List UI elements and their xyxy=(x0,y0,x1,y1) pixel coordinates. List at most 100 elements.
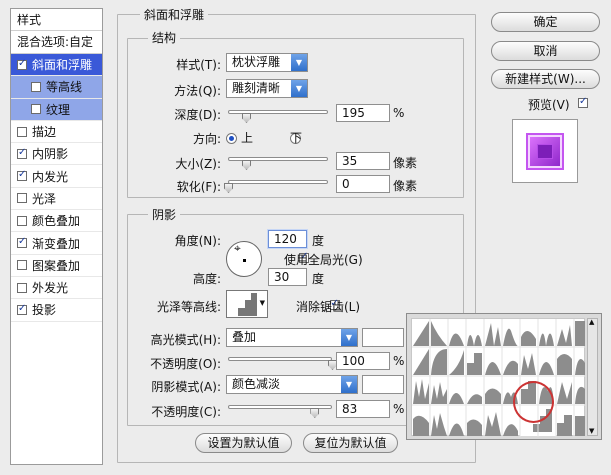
style-item[interactable]: 内阴影 xyxy=(11,143,102,166)
style-item[interactable]: 纹理 xyxy=(11,98,102,121)
style-item-checkbox[interactable] xyxy=(17,147,27,159)
soften-label: 软化(F): xyxy=(176,180,221,194)
scroll-down-icon[interactable]: ▼ xyxy=(589,427,594,435)
style-item[interactable]: 图案叠加 xyxy=(11,255,102,277)
style-item-label: 描边 xyxy=(32,125,57,140)
direction-up-label: 上 xyxy=(241,131,254,145)
style-label: 样式(T): xyxy=(176,58,221,72)
style-select-value: 枕状浮雕 xyxy=(232,55,281,69)
chevron-down-icon: ▼ xyxy=(341,376,357,393)
highlight-mode-label: 高光模式(H): xyxy=(150,333,221,347)
highlight-opacity-input[interactable]: 100 xyxy=(336,352,390,370)
style-item-checkbox[interactable] xyxy=(17,215,27,226)
style-item-checkbox[interactable] xyxy=(31,81,41,92)
reset-default-button[interactable]: 复位为默认值 xyxy=(303,433,398,453)
soften-unit: 像素 xyxy=(393,179,418,193)
highlight-opacity-label: 不透明度(O): xyxy=(150,357,221,371)
global-light-label: 使用全局光(G) xyxy=(284,253,363,267)
angle-center-dot xyxy=(243,259,246,262)
style-item-checkbox[interactable] xyxy=(17,126,27,137)
gloss-contour-picker[interactable]: ▼ xyxy=(226,290,268,318)
style-item-checkbox[interactable] xyxy=(17,260,27,271)
style-item[interactable]: 等高线 xyxy=(11,76,102,99)
style-item-label: 图案叠加 xyxy=(32,258,81,273)
style-select[interactable]: 枕状浮雕 ▼ xyxy=(226,53,308,72)
highlight-mode-value: 叠加 xyxy=(232,330,257,344)
direction-down-label: 下 xyxy=(290,131,303,145)
chevron-down-icon: ▼ xyxy=(259,299,265,307)
new-style-button[interactable]: 新建样式(W)... xyxy=(491,69,600,89)
preview-thumbnail xyxy=(512,119,578,183)
shadow-mode-label: 阴影模式(A): xyxy=(151,380,221,394)
shadow-mode-select[interactable]: 颜色减淡 ▼ xyxy=(226,375,358,394)
style-item[interactable]: 光泽 xyxy=(11,188,102,211)
shadow-opacity-label: 不透明度(C): xyxy=(151,405,221,419)
angle-input[interactable]: 120 xyxy=(268,230,307,248)
style-item[interactable]: 颜色叠加 xyxy=(11,210,102,233)
altitude-label: 高度: xyxy=(192,272,221,286)
size-label: 大小(Z): xyxy=(175,157,221,171)
styles-list: 样式 混合选项:自定 斜面和浮雕等高线纹理描边内阴影内发光光泽颜色叠加渐变叠加图… xyxy=(10,8,103,465)
contour-picker-popup: ▲ ▼ xyxy=(406,313,602,440)
size-unit: 像素 xyxy=(393,156,418,170)
style-item-checkbox[interactable] xyxy=(31,104,41,115)
style-item-label: 颜色叠加 xyxy=(32,214,81,229)
contour-step-icon xyxy=(229,293,257,316)
angle-dial[interactable]: ⌖ xyxy=(226,241,262,277)
styles-header[interactable]: 样式 xyxy=(11,9,102,31)
chevron-down-icon: ▼ xyxy=(291,80,307,97)
shading-title: 阴影 xyxy=(148,206,181,223)
contour-thumbnails-grid xyxy=(411,318,586,437)
altitude-input[interactable]: 30 xyxy=(268,268,307,286)
style-item-checkbox[interactable] xyxy=(17,193,27,204)
depth-label: 深度(D): xyxy=(174,108,221,122)
style-item-label: 渐变叠加 xyxy=(32,236,81,251)
preview-checkbox[interactable] xyxy=(578,96,588,108)
style-item[interactable]: 斜面和浮雕 xyxy=(11,54,102,77)
soften-slider[interactable] xyxy=(228,180,328,184)
depth-input[interactable]: 195 xyxy=(336,104,390,122)
style-item-label: 斜面和浮雕 xyxy=(32,58,93,73)
style-item-label: 外发光 xyxy=(32,281,69,296)
scroll-up-icon[interactable]: ▲ xyxy=(589,318,594,326)
style-item-label: 内发光 xyxy=(32,169,69,184)
soften-input[interactable]: 0 xyxy=(336,175,390,193)
highlight-circle xyxy=(513,381,554,423)
blending-options-item[interactable]: 混合选项:自定 xyxy=(11,31,102,54)
style-item-checkbox[interactable] xyxy=(17,58,27,70)
highlight-mode-select[interactable]: 叠加 ▼ xyxy=(226,328,358,347)
style-item[interactable]: 外发光 xyxy=(11,277,102,300)
style-item-label: 等高线 xyxy=(46,80,83,95)
shadow-opacity-unit: % xyxy=(393,402,405,416)
style-item-checkbox[interactable] xyxy=(17,236,27,249)
style-item[interactable]: 渐变叠加 xyxy=(11,232,102,255)
style-item-label: 内阴影 xyxy=(32,147,69,162)
style-item-checkbox[interactable] xyxy=(17,282,27,293)
contour-popup-scrollbar[interactable]: ▲ ▼ xyxy=(587,318,598,436)
angle-unit: 度 xyxy=(312,234,325,248)
shadow-opacity-input[interactable]: 83 xyxy=(336,400,390,418)
ok-button[interactable]: 确定 xyxy=(491,12,600,32)
shadow-color-swatch[interactable] xyxy=(362,375,404,394)
style-item-checkbox[interactable] xyxy=(17,169,27,182)
shadow-mode-value: 颜色减淡 xyxy=(232,377,281,391)
highlight-opacity-unit: % xyxy=(393,354,405,368)
size-input[interactable]: 35 xyxy=(336,152,390,170)
style-item[interactable]: 内发光 xyxy=(11,165,102,188)
technique-select[interactable]: 雕刻清晰 ▼ xyxy=(226,79,308,98)
make-default-button[interactable]: 设置为默认值 xyxy=(195,433,292,453)
structure-title: 结构 xyxy=(148,29,181,46)
highlight-color-swatch[interactable] xyxy=(362,328,404,347)
highlight-opacity-slider[interactable] xyxy=(228,357,332,361)
bevel-emboss-title: 斜面和浮雕 xyxy=(140,6,209,23)
direction-label: 方向: xyxy=(192,132,221,146)
style-item[interactable]: 投影 xyxy=(11,299,102,322)
style-item[interactable]: 描边 xyxy=(11,121,102,144)
angle-label: 角度(N): xyxy=(174,234,221,248)
preview-label: 预览(V) xyxy=(528,98,570,112)
preview-swatch xyxy=(526,133,564,170)
direction-up-radio[interactable] xyxy=(226,132,237,144)
cancel-button[interactable]: 取消 xyxy=(491,41,600,61)
style-item-label: 光泽 xyxy=(32,191,57,206)
style-item-checkbox[interactable] xyxy=(17,303,27,315)
